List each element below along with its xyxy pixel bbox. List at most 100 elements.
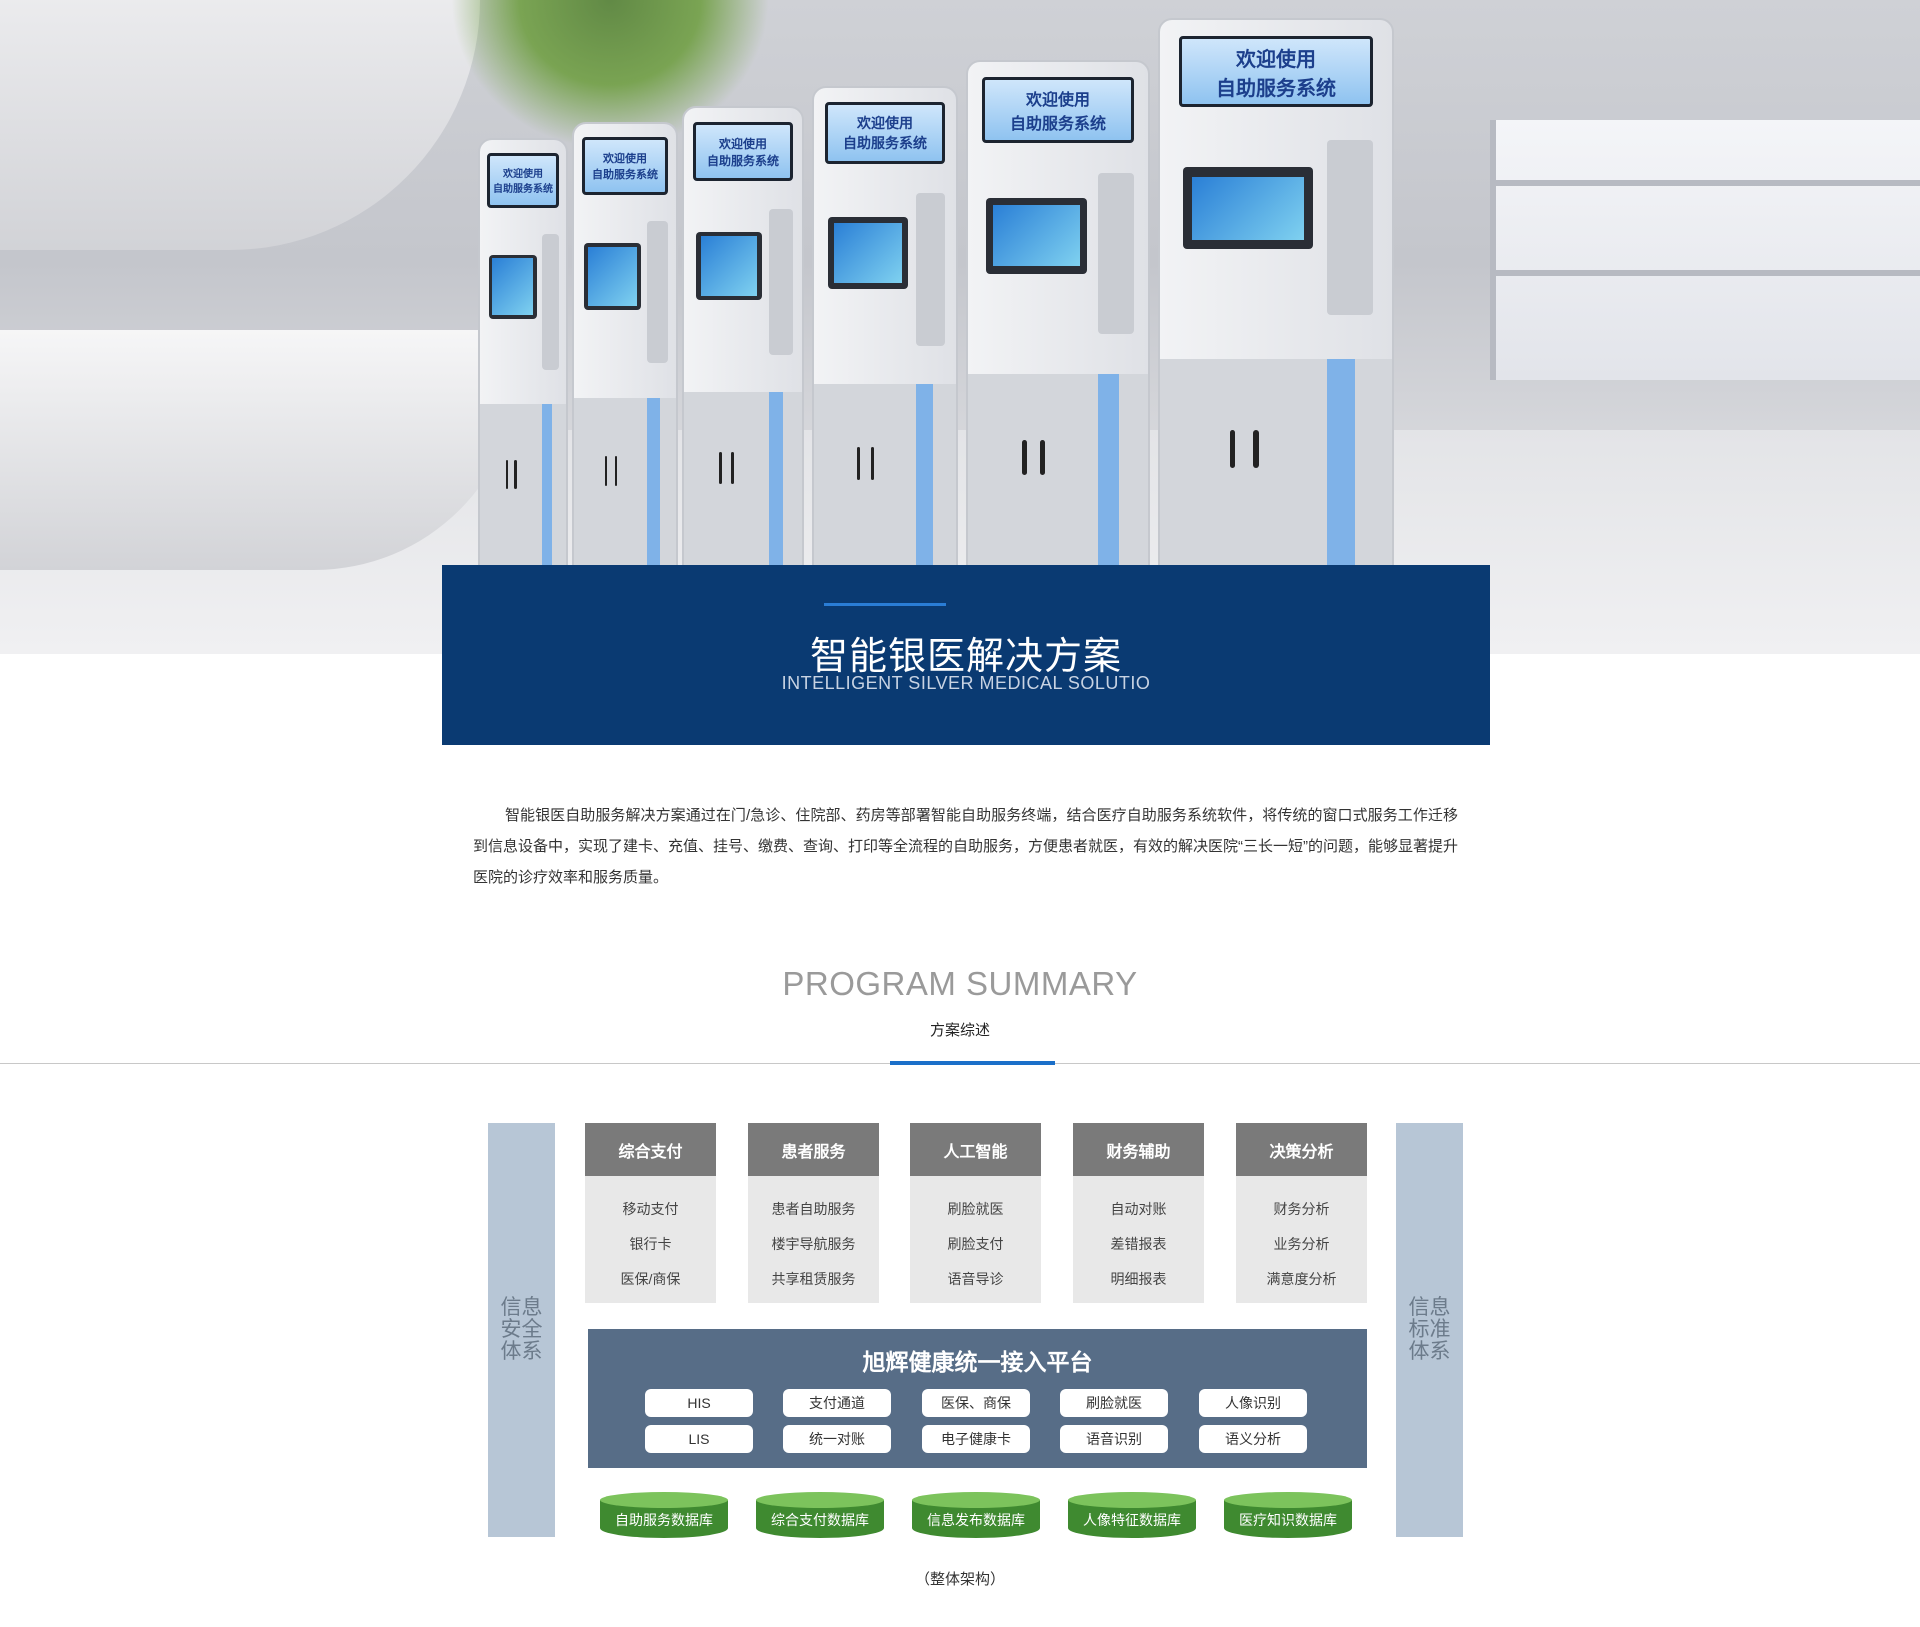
kiosk-sign-line1: 欢迎使用 bbox=[1025, 91, 1090, 109]
module-item-list: 患者自助服务 楼宇导航服务 共享租赁服务 bbox=[748, 1176, 879, 1297]
capability-module: 财务辅助自动对账差错报表明细报表 bbox=[1073, 1123, 1204, 1303]
module-title: 人工智能 bbox=[910, 1123, 1041, 1176]
kiosk-card-panel bbox=[1097, 172, 1134, 335]
module-item: 移动支付 bbox=[622, 1201, 679, 1217]
access-platform: 旭辉健康统一接入平台 HIS 支付通道 医保、商保 刷脸就医 人像识别 LIS 统一对账 电子… bbox=[588, 1329, 1367, 1468]
database-label: 自助服务数据库 bbox=[615, 1512, 713, 1528]
page-subtitle: INTELLIGENT SILVER MEDICAL SOLUTIO bbox=[781, 673, 1151, 693]
module-item: 银行卡 bbox=[629, 1236, 672, 1252]
module-item-list: 移动支付银行卡医保/商保 bbox=[585, 1176, 716, 1297]
kiosk-card-panel bbox=[1327, 140, 1374, 315]
intro-paragraph: 智能银医自助服务解决方案通过在门/急诊、住院部、药房等部署智能自助服务终端，结合… bbox=[473, 807, 1458, 886]
platform-chip: HIS bbox=[645, 1389, 753, 1417]
kiosk-sign-line2: 自助服务系统 bbox=[492, 184, 553, 196]
module-item: 楼宇导航服务 bbox=[771, 1236, 856, 1252]
summary-title-cn: 方案综述 bbox=[929, 1022, 990, 1039]
page-title: 智能银医解决方案 bbox=[809, 636, 1122, 678]
kiosk-screen bbox=[828, 217, 908, 289]
security-system-column: 信息安全体系 bbox=[488, 1123, 555, 1537]
kiosk-handle bbox=[1022, 440, 1027, 476]
kiosk-cabinet bbox=[814, 384, 956, 566]
database-cylinder: 信息发布数据库 bbox=[912, 1492, 1040, 1538]
capability-module: 决策分析 财务分析 业务分析 满意度分析 bbox=[1236, 1123, 1367, 1303]
kiosk-sign: 欢迎使用 自助服务系统 bbox=[1178, 36, 1374, 108]
kiosk-stripe bbox=[1097, 374, 1120, 566]
platform-chip: 刷脸就医 bbox=[1060, 1389, 1168, 1417]
kiosk-handle bbox=[604, 455, 608, 487]
database-label: 医疗知识数据库 bbox=[1239, 1512, 1337, 1528]
kiosk-screen bbox=[1183, 167, 1314, 250]
standard-system-column: 信息标准体系 bbox=[1396, 1123, 1463, 1537]
module-item: 刷脸支付 bbox=[947, 1236, 1004, 1252]
kiosk-sign-line2: 自助服务系统 bbox=[842, 135, 927, 152]
database-cylinder: 自助服务数据库 bbox=[600, 1492, 728, 1538]
module-item: 明细报表 bbox=[1110, 1271, 1167, 1287]
kiosk-sign-line2: 自助服务系统 bbox=[1215, 77, 1336, 100]
capability-module: 患者服务 患者自助服务 楼宇导航服务 共享租赁服务 bbox=[748, 1123, 879, 1303]
kiosk-stripe bbox=[541, 404, 553, 566]
kiosk-screen bbox=[695, 231, 762, 301]
title-accent-line bbox=[824, 603, 946, 606]
kiosk-stripe bbox=[916, 384, 934, 566]
architecture-caption: （整体架构） bbox=[914, 1571, 1005, 1588]
platform-chip: 电子健康卡 bbox=[922, 1425, 1030, 1453]
module-item: 医保/商保 bbox=[620, 1271, 681, 1287]
kiosk-sign-line1: 欢迎使用 bbox=[502, 169, 543, 181]
kiosk-sign-line1: 欢迎使用 bbox=[856, 115, 913, 132]
kiosk-cabinet bbox=[480, 404, 566, 566]
kiosk-sign: 欢迎使用 自助服务系统 bbox=[582, 137, 668, 195]
database-label: 信息发布数据库 bbox=[927, 1512, 1025, 1528]
database-label: 综合支付数据库 bbox=[771, 1512, 869, 1528]
kiosk-cabinet bbox=[968, 374, 1148, 566]
kiosk-handle bbox=[856, 446, 861, 480]
module-item-list: 刷脸就医 刷脸支付 语音导诊 bbox=[910, 1176, 1041, 1297]
kiosk-cabinet bbox=[1160, 358, 1392, 566]
kiosk: 欢迎使用 自助服务系统 bbox=[572, 122, 678, 568]
kiosk: 欢迎使用 自助服务系统 bbox=[682, 106, 804, 568]
kiosk-screen bbox=[488, 255, 537, 319]
hero-image: 欢迎使用 自助服务系统 欢迎使用 自助服务系统 欢迎使用 自助服务系统 欢迎使用 bbox=[0, 0, 1920, 654]
kiosk-sign-line1: 欢迎使用 bbox=[602, 152, 647, 165]
database-cylinder: 人像特征数据库 bbox=[1068, 1492, 1196, 1538]
capability-module: 综合支付移动支付银行卡医保/商保 bbox=[585, 1123, 716, 1303]
kiosk: 欢迎使用 自助服务系统 bbox=[1158, 18, 1394, 568]
kiosk-stripe bbox=[647, 398, 660, 566]
kiosk-card-panel bbox=[541, 233, 560, 371]
module-item: 财务分析 bbox=[1273, 1201, 1330, 1217]
module-title: 财务辅助 bbox=[1073, 1123, 1204, 1176]
kiosk-sign: 欢迎使用 自助服务系统 bbox=[825, 102, 945, 165]
module-title: 决策分析 bbox=[1236, 1123, 1367, 1176]
kiosk-sign: 欢迎使用 自助服务系统 bbox=[982, 77, 1134, 143]
module-item-list: 财务分析 业务分析 满意度分析 bbox=[1236, 1176, 1367, 1297]
kiosk-sign-line1: 欢迎使用 bbox=[718, 136, 767, 151]
summary-accent-bar bbox=[890, 1061, 1055, 1065]
kiosk-sign-line2: 自助服务系统 bbox=[591, 168, 658, 181]
module-item: 差错报表 bbox=[1110, 1236, 1167, 1252]
kiosk-handle bbox=[731, 451, 735, 484]
kiosk-card-panel bbox=[647, 221, 668, 363]
kiosk-handle bbox=[614, 455, 618, 487]
module-item: 共享租赁服务 bbox=[771, 1271, 856, 1287]
kiosk-sign-line2: 自助服务系统 bbox=[1009, 115, 1106, 133]
title-card: 智能银医解决方案 INTELLIGENT SILVER MEDICAL SOLU… bbox=[442, 565, 1490, 745]
kiosk-sign-line2: 自助服务系统 bbox=[706, 153, 779, 168]
kiosk-card-panel bbox=[916, 193, 945, 347]
platform-chip: LIS bbox=[645, 1425, 753, 1453]
module-item: 刷脸就医 bbox=[947, 1201, 1004, 1217]
database-label: 人像特征数据库 bbox=[1083, 1512, 1181, 1528]
summary-title-en: PROGRAM SUMMARY bbox=[782, 965, 1138, 1002]
kiosk-screen bbox=[986, 198, 1087, 274]
platform-chip: 统一对账 bbox=[783, 1425, 891, 1453]
kiosk-handle bbox=[870, 446, 875, 480]
module-title: 综合支付 bbox=[585, 1123, 716, 1176]
database-cylinder: 综合支付数据库 bbox=[756, 1492, 884, 1538]
module-item: 自动对账 bbox=[1110, 1201, 1167, 1217]
kiosk-screen bbox=[584, 243, 642, 310]
platform-chip: 支付通道 bbox=[783, 1389, 891, 1417]
kiosk-sign: 欢迎使用 自助服务系统 bbox=[693, 121, 793, 182]
platform-chip: 语音识别 bbox=[1060, 1425, 1168, 1453]
platform-chip: 医保、商保 bbox=[922, 1389, 1030, 1417]
kiosk-cabinet bbox=[684, 391, 802, 566]
kiosk: 欢迎使用 自助服务系统 bbox=[966, 60, 1150, 568]
hero-window bbox=[1490, 120, 1920, 380]
